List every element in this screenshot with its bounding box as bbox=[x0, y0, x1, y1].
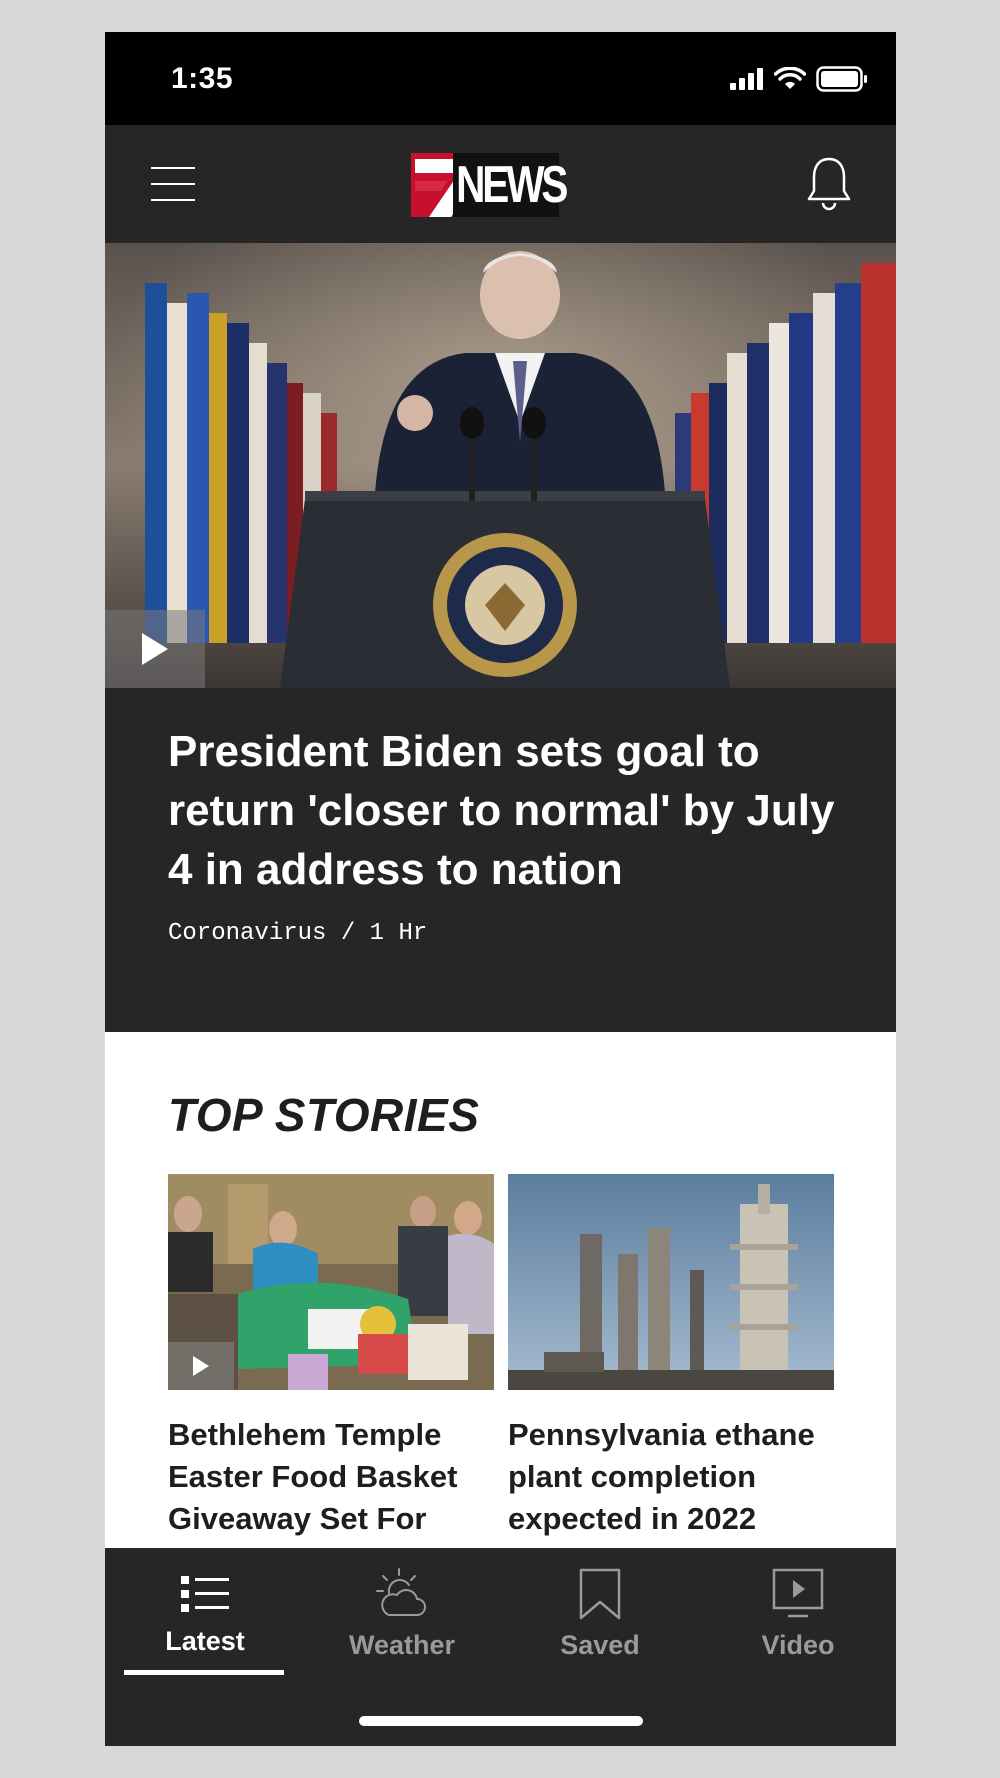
hero-image[interactable] bbox=[105, 243, 896, 688]
hero-photo bbox=[105, 243, 896, 688]
signal-icon bbox=[730, 68, 763, 90]
status-icons bbox=[730, 66, 868, 92]
status-bar: 1:35 bbox=[105, 32, 896, 125]
active-tab-indicator bbox=[124, 1670, 284, 1675]
nav-label-latest: Latest bbox=[165, 1626, 245, 1656]
hero-meta: Coronavirus / 1 Hr bbox=[168, 920, 428, 947]
nav-label-saved: Saved bbox=[560, 1630, 640, 1660]
logo-wordmark: NEWS bbox=[453, 153, 568, 217]
play-video-button[interactable] bbox=[105, 610, 205, 688]
7news-logo[interactable]: NEWS bbox=[411, 153, 589, 217]
bottom-nav: Latest Weather Saved Video bbox=[105, 1548, 896, 1746]
nav-label-weather: Weather bbox=[348, 1630, 456, 1660]
nav-item-weather[interactable]: Weather bbox=[312, 1566, 492, 1676]
home-indicator[interactable] bbox=[359, 1716, 643, 1726]
nav-label-video: Video bbox=[761, 1630, 835, 1660]
section-title: TOP STORIES bbox=[168, 1089, 480, 1141]
hero-headline[interactable]: President Biden sets goal to return 'clo… bbox=[168, 722, 848, 899]
wifi-icon bbox=[774, 67, 806, 89]
story-thumbnail bbox=[508, 1174, 834, 1390]
nav-item-latest[interactable]: Latest bbox=[115, 1566, 295, 1676]
story-headline: Bethlehem Temple Easter Food Basket Give… bbox=[168, 1417, 458, 1548]
status-time: 1:35 bbox=[171, 62, 234, 95]
battery-icon bbox=[816, 66, 867, 92]
play-video-button[interactable] bbox=[168, 1342, 234, 1390]
play-icon bbox=[142, 633, 168, 665]
app-header: NEWS bbox=[105, 125, 896, 243]
phone-screen: 1:35 NEWS President Biden sets goal to r… bbox=[105, 32, 896, 1746]
video-icon bbox=[708, 1566, 888, 1622]
logo-seven bbox=[411, 153, 453, 217]
list-icon bbox=[115, 1566, 295, 1622]
weather-icon bbox=[312, 1566, 492, 1622]
story-thumbnail bbox=[168, 1174, 494, 1390]
bell-icon[interactable] bbox=[806, 155, 852, 211]
story-card[interactable]: Pennsylvania ethane plant completion exp… bbox=[508, 1174, 834, 1540]
hero-caption: President Biden sets goal to return 'clo… bbox=[105, 688, 896, 1032]
nav-item-saved[interactable]: Saved bbox=[510, 1566, 690, 1676]
story-headline: Pennsylvania ethane plant completion exp… bbox=[508, 1417, 815, 1536]
top-stories-section: TOP STORIES Bethlehem Temple Easter Food… bbox=[105, 1032, 896, 1548]
story-card[interactable]: Bethlehem Temple Easter Food Basket Give… bbox=[168, 1174, 494, 1548]
hamburger-menu-icon[interactable] bbox=[151, 167, 195, 201]
play-icon bbox=[193, 1356, 209, 1376]
nav-item-video[interactable]: Video bbox=[708, 1566, 888, 1676]
bookmark-icon bbox=[510, 1566, 690, 1622]
